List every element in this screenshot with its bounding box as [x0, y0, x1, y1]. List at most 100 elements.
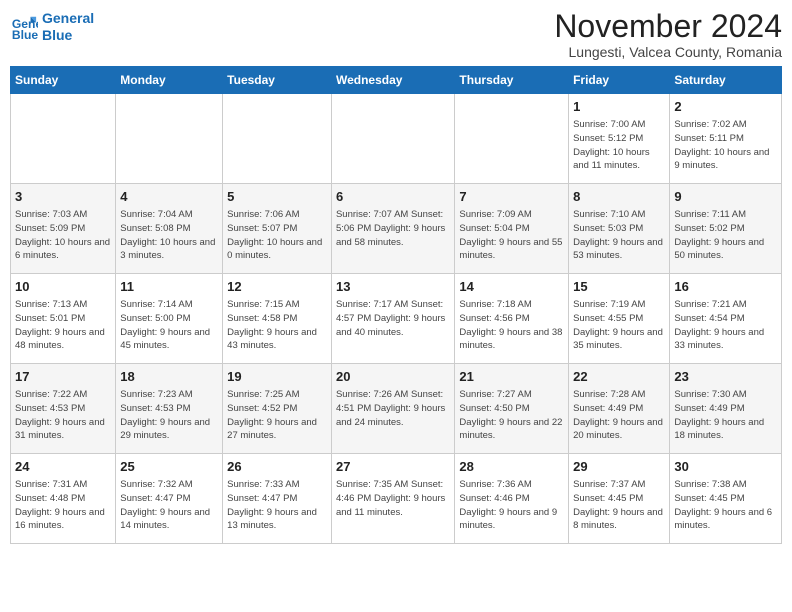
day-info: Sunrise: 7:38 AM Sunset: 4:45 PM Dayligh… — [674, 478, 777, 533]
day-info: Sunrise: 7:04 AM Sunset: 5:08 PM Dayligh… — [120, 208, 218, 263]
day-number: 29 — [573, 458, 665, 476]
day-number: 4 — [120, 188, 218, 206]
calendar-day-cell: 10 Sunrise: 7:13 AM Sunset: 5:01 PM Dayli… — [11, 274, 116, 364]
day-info: Sunrise: 7:10 AM Sunset: 5:03 PM Dayligh… — [573, 208, 665, 263]
day-number: 6 — [336, 188, 450, 206]
day-number: 11 — [120, 278, 218, 296]
day-info: Sunrise: 7:19 AM Sunset: 4:55 PM Dayligh… — [573, 298, 665, 353]
day-info: Sunrise: 7:17 AM Sunset: 4:57 PM Dayligh… — [336, 298, 450, 339]
day-number: 1 — [573, 98, 665, 116]
calendar-day-cell: 8 Sunrise: 7:10 AM Sunset: 5:03 PM Daylig… — [569, 184, 670, 274]
logo: General Blue General Blue — [10, 10, 94, 44]
calendar-day-cell: 3 Sunrise: 7:03 AM Sunset: 5:09 PM Daylig… — [11, 184, 116, 274]
day-info: Sunrise: 7:07 AM Sunset: 5:06 PM Dayligh… — [336, 208, 450, 249]
calendar-day-cell — [455, 94, 569, 184]
calendar-title: November 2024 — [554, 10, 782, 42]
day-info: Sunrise: 7:26 AM Sunset: 4:51 PM Dayligh… — [336, 388, 450, 429]
day-number: 19 — [227, 368, 327, 386]
day-number: 8 — [573, 188, 665, 206]
calendar-body: 1 Sunrise: 7:00 AM Sunset: 5:12 PM Daylig… — [11, 94, 782, 544]
day-info: Sunrise: 7:11 AM Sunset: 5:02 PM Dayligh… — [674, 208, 777, 263]
calendar-day-cell: 4 Sunrise: 7:04 AM Sunset: 5:08 PM Daylig… — [116, 184, 223, 274]
weekday-header-row: SundayMondayTuesdayWednesdayThursdayFrid… — [11, 67, 782, 94]
day-number: 16 — [674, 278, 777, 296]
day-info: Sunrise: 7:14 AM Sunset: 5:00 PM Dayligh… — [120, 298, 218, 353]
calendar-day-cell: 18Sunrise: 7:23 AM Sunset: 4:53 PM Dayli… — [116, 364, 223, 454]
day-info: Sunrise: 7:35 AM Sunset: 4:46 PM Dayligh… — [336, 478, 450, 519]
day-info: Sunrise: 7:36 AM Sunset: 4:46 PM Dayligh… — [459, 478, 564, 533]
calendar-day-cell: 24 Sunrise: 7:31 AM Sunset: 4:48 PM Dayli… — [11, 454, 116, 544]
calendar-week-row: 17Sunrise: 7:22 AM Sunset: 4:53 PM Dayli… — [11, 364, 782, 454]
calendar-day-cell: 5 Sunrise: 7:06 AM Sunset: 5:07 PM Daylig… — [223, 184, 332, 274]
day-info: Sunrise: 7:21 AM Sunset: 4:54 PM Dayligh… — [674, 298, 777, 353]
day-info: Sunrise: 7:06 AM Sunset: 5:07 PM Dayligh… — [227, 208, 327, 263]
day-number: 30 — [674, 458, 777, 476]
day-number: 27 — [336, 458, 450, 476]
day-info: Sunrise: 7:31 AM Sunset: 4:48 PM Dayligh… — [15, 478, 111, 533]
day-number: 24 — [15, 458, 111, 476]
calendar-week-row: 10 Sunrise: 7:13 AM Sunset: 5:01 PM Dayli… — [11, 274, 782, 364]
calendar-week-row: 24 Sunrise: 7:31 AM Sunset: 4:48 PM Dayli… — [11, 454, 782, 544]
day-number: 17 — [15, 368, 111, 386]
day-number: 10 — [15, 278, 111, 296]
calendar-day-cell: 29Sunrise: 7:37 AM Sunset: 4:45 PM Dayli… — [569, 454, 670, 544]
calendar-day-cell: 23 Sunrise: 7:30 AM Sunset: 4:49 PM Dayli… — [670, 364, 782, 454]
day-number: 26 — [227, 458, 327, 476]
weekday-header-cell: Tuesday — [223, 67, 332, 94]
calendar-day-cell: 7Sunrise: 7:09 AM Sunset: 5:04 PM Daylig… — [455, 184, 569, 274]
calendar-day-cell — [116, 94, 223, 184]
day-info: Sunrise: 7:13 AM Sunset: 5:01 PM Dayligh… — [15, 298, 111, 353]
weekday-header-cell: Saturday — [670, 67, 782, 94]
calendar-day-cell — [11, 94, 116, 184]
day-info: Sunrise: 7:33 AM Sunset: 4:47 PM Dayligh… — [227, 478, 327, 533]
calendar-day-cell: 15 Sunrise: 7:19 AM Sunset: 4:55 PM Dayli… — [569, 274, 670, 364]
logo-text: General Blue — [42, 10, 94, 44]
calendar-day-cell: 19 Sunrise: 7:25 AM Sunset: 4:52 PM Dayli… — [223, 364, 332, 454]
weekday-header-cell: Friday — [569, 67, 670, 94]
day-number: 2 — [674, 98, 777, 116]
day-info: Sunrise: 7:18 AM Sunset: 4:56 PM Dayligh… — [459, 298, 564, 353]
calendar-day-cell: 25 Sunrise: 7:32 AM Sunset: 4:47 PM Dayli… — [116, 454, 223, 544]
header: General Blue General Blue November 2024 … — [10, 10, 782, 60]
calendar-day-cell: 28Sunrise: 7:36 AM Sunset: 4:46 PM Dayli… — [455, 454, 569, 544]
calendar-day-cell: 21Sunrise: 7:27 AM Sunset: 4:50 PM Dayli… — [455, 364, 569, 454]
day-info: Sunrise: 7:09 AM Sunset: 5:04 PM Dayligh… — [459, 208, 564, 263]
title-area: November 2024 Lungesti, Valcea County, R… — [554, 10, 782, 60]
day-info: Sunrise: 7:30 AM Sunset: 4:49 PM Dayligh… — [674, 388, 777, 443]
day-info: Sunrise: 7:15 AM Sunset: 4:58 PM Dayligh… — [227, 298, 327, 353]
day-info: Sunrise: 7:02 AM Sunset: 5:11 PM Dayligh… — [674, 118, 777, 173]
calendar-subtitle: Lungesti, Valcea County, Romania — [554, 44, 782, 60]
day-number: 13 — [336, 278, 450, 296]
day-info: Sunrise: 7:32 AM Sunset: 4:47 PM Dayligh… — [120, 478, 218, 533]
day-info: Sunrise: 7:25 AM Sunset: 4:52 PM Dayligh… — [227, 388, 327, 443]
calendar-day-cell: 26 Sunrise: 7:33 AM Sunset: 4:47 PM Dayli… — [223, 454, 332, 544]
calendar-week-row: 1 Sunrise: 7:00 AM Sunset: 5:12 PM Daylig… — [11, 94, 782, 184]
logo-icon: General Blue — [10, 13, 38, 41]
calendar-day-cell: 27 Sunrise: 7:35 AM Sunset: 4:46 PM Dayli… — [331, 454, 454, 544]
day-number: 5 — [227, 188, 327, 206]
day-number: 15 — [573, 278, 665, 296]
day-number: 12 — [227, 278, 327, 296]
calendar-day-cell: 9 Sunrise: 7:11 AM Sunset: 5:02 PM Daylig… — [670, 184, 782, 274]
day-info: Sunrise: 7:00 AM Sunset: 5:12 PM Dayligh… — [573, 118, 665, 173]
day-info: Sunrise: 7:23 AM Sunset: 4:53 PM Dayligh… — [120, 388, 218, 443]
calendar-table: SundayMondayTuesdayWednesdayThursdayFrid… — [10, 66, 782, 544]
day-number: 20 — [336, 368, 450, 386]
svg-text:Blue: Blue — [12, 28, 38, 41]
weekday-header-cell: Sunday — [11, 67, 116, 94]
calendar-day-cell: 2 Sunrise: 7:02 AM Sunset: 5:11 PM Daylig… — [670, 94, 782, 184]
day-number: 21 — [459, 368, 564, 386]
calendar-day-cell: 11 Sunrise: 7:14 AM Sunset: 5:00 PM Dayli… — [116, 274, 223, 364]
calendar-day-cell: 20 Sunrise: 7:26 AM Sunset: 4:51 PM Dayli… — [331, 364, 454, 454]
calendar-day-cell: 13 Sunrise: 7:17 AM Sunset: 4:57 PM Dayli… — [331, 274, 454, 364]
calendar-day-cell: 17Sunrise: 7:22 AM Sunset: 4:53 PM Dayli… — [11, 364, 116, 454]
day-info: Sunrise: 7:03 AM Sunset: 5:09 PM Dayligh… — [15, 208, 111, 263]
day-number: 3 — [15, 188, 111, 206]
calendar-day-cell — [331, 94, 454, 184]
day-number: 23 — [674, 368, 777, 386]
calendar-day-cell — [223, 94, 332, 184]
day-number: 25 — [120, 458, 218, 476]
day-number: 9 — [674, 188, 777, 206]
calendar-day-cell: 6 Sunrise: 7:07 AM Sunset: 5:06 PM Daylig… — [331, 184, 454, 274]
calendar-week-row: 3 Sunrise: 7:03 AM Sunset: 5:09 PM Daylig… — [11, 184, 782, 274]
